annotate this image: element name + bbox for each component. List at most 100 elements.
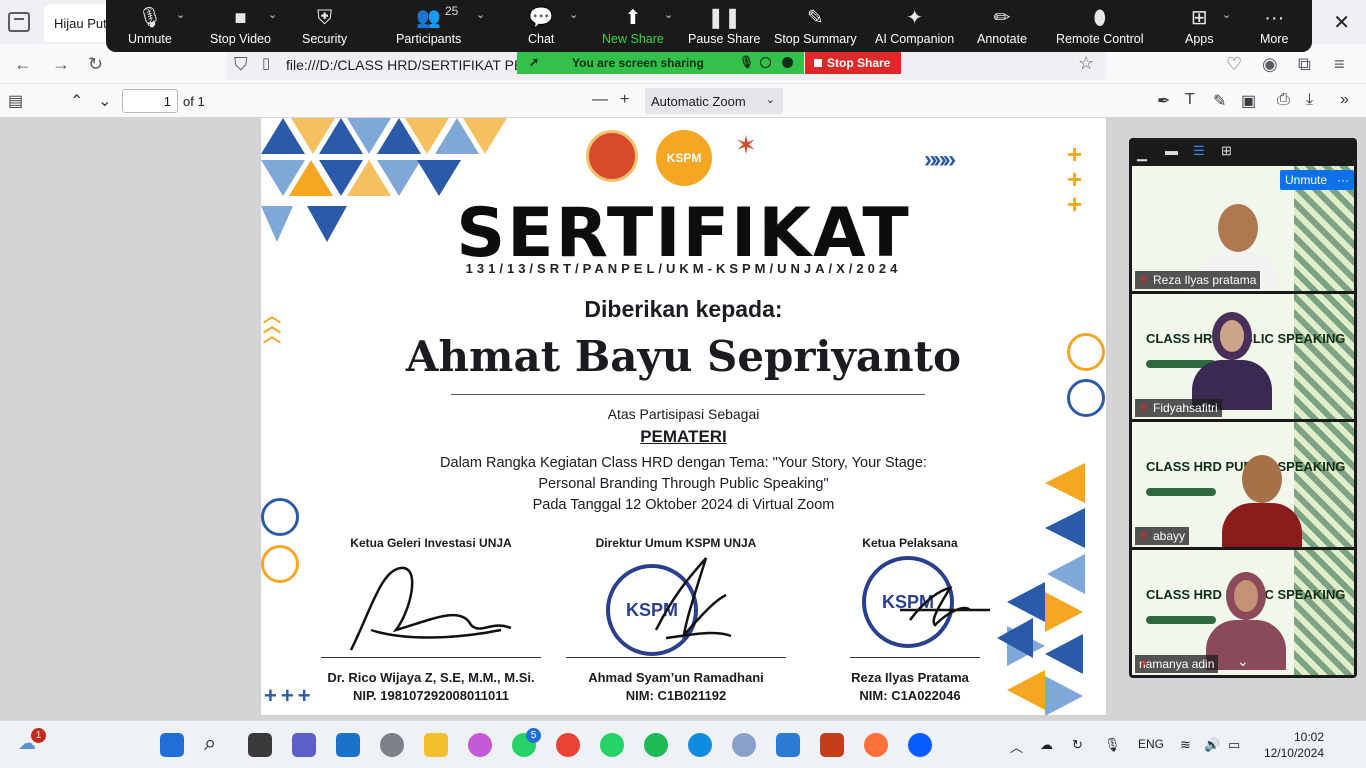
r-app-icon[interactable]	[732, 733, 756, 757]
reload-icon[interactable]: ↻	[88, 54, 103, 75]
search-icon[interactable]: ⌕	[204, 730, 216, 756]
chevron-down-icon[interactable]: ⌄	[1222, 8, 1231, 21]
apps-icon: ⊞	[1190, 7, 1208, 29]
chevron-down-icon[interactable]: ⌄	[569, 8, 578, 21]
image-icon[interactable]: ▣	[1241, 91, 1256, 111]
start-icon[interactable]	[160, 733, 184, 757]
chevron-down-icon[interactable]: ⌄	[268, 8, 277, 21]
video-tile[interactable]: CLASS HRD PUBLIC SPEAKING Fidyahsafitri	[1132, 294, 1354, 419]
new-share-button[interactable]: ⬆ New Share	[602, 4, 664, 46]
body	[1222, 503, 1302, 547]
copilot-icon[interactable]	[468, 733, 492, 757]
settings-gear-icon[interactable]	[380, 733, 404, 757]
mic-icon[interactable]: 🎙	[739, 55, 754, 69]
tile-banner-badge	[1146, 488, 1216, 496]
more-tools-icon[interactable]: »	[1340, 91, 1349, 109]
teams-icon[interactable]	[292, 733, 316, 757]
signature-area: KSPM	[556, 550, 796, 658]
clock[interactable]: 10:02 12/10/2024	[1262, 729, 1324, 761]
security-button[interactable]: ⛨ Security	[302, 4, 347, 46]
shield-icon[interactable]: ⛉	[234, 54, 248, 75]
back-icon[interactable]: ←	[14, 54, 32, 75]
zoom-app-icon[interactable]	[908, 733, 932, 757]
mic-icon[interactable]: 🎙	[1104, 737, 1121, 753]
remote-control-button[interactable]: ⬮ Remote Control	[1056, 4, 1144, 46]
participant-name: namanya adin	[1135, 655, 1219, 673]
video-panel-header: ▁ ▬ ☰ ⊞	[1129, 138, 1357, 164]
chrome-icon[interactable]	[556, 733, 580, 757]
task-view-icon[interactable]	[248, 733, 272, 757]
text-tool-icon[interactable]: T	[1185, 91, 1195, 109]
zoom-select[interactable]: Automatic Zoom ⌄	[645, 88, 783, 114]
forward-icon[interactable]: →	[52, 54, 70, 75]
speaker-view-icon[interactable]: ▬	[1165, 143, 1178, 158]
gallery-view-icon[interactable]: ⊞	[1221, 143, 1232, 159]
store-icon[interactable]	[336, 733, 360, 757]
minimize-icon[interactable]: ▁	[1137, 146, 1147, 162]
more-button[interactable]: ··· More	[1260, 4, 1288, 46]
decor-circle	[261, 498, 299, 536]
participants-count: 25	[445, 4, 459, 18]
menu-icon[interactable]: ≡	[1334, 54, 1345, 75]
screen-sharing-banner: ➚ You are screen sharing 🎙	[517, 52, 804, 74]
zoom-out-icon[interactable]: —	[592, 91, 608, 109]
refresh-icon[interactable]: ↻	[1072, 737, 1083, 753]
more-options-button[interactable]: ···	[1332, 170, 1354, 190]
decor-triangle	[417, 160, 461, 196]
firefox-icon[interactable]	[864, 733, 888, 757]
chat-button[interactable]: 💬 Chat	[528, 4, 554, 46]
zoom-in-icon[interactable]: +	[620, 91, 629, 109]
unmute-button[interactable]: 🎙 Unmute	[128, 4, 172, 46]
pin-icon[interactable]: ➚	[529, 55, 539, 69]
chevron-down-icon[interactable]: ⌄	[176, 8, 185, 21]
window-close-icon[interactable]: ✕	[1333, 10, 1350, 35]
save-icon[interactable]: ⤓	[1306, 91, 1313, 109]
battery-icon[interactable]: ▭	[1228, 737, 1240, 753]
file-explorer-icon[interactable]	[424, 733, 448, 757]
volume-icon[interactable]: 🔊	[1204, 737, 1220, 753]
chevron-up-icon[interactable]: ︿	[1010, 737, 1023, 756]
edge-icon[interactable]	[688, 733, 712, 757]
stop-share-button[interactable]: Stop Share	[805, 52, 901, 74]
account-icon[interactable]: ◉	[1262, 54, 1278, 75]
stop-summary-button[interactable]: ✎ Stop Summary	[774, 4, 857, 46]
pause-circle-icon[interactable]	[760, 57, 771, 68]
apps-button[interactable]: ⊞ Apps	[1185, 4, 1214, 46]
decor-triangle	[463, 118, 507, 154]
chevron-down-icon[interactable]: ⌄	[476, 8, 485, 21]
draw-icon[interactable]: ✎	[1213, 91, 1226, 111]
photos-icon[interactable]	[776, 733, 800, 757]
ai-companion-button[interactable]: ✦ AI Companion	[875, 4, 954, 46]
stop-video-button[interactable]: ■ Stop Video	[210, 4, 271, 46]
pdf-toolbar: ▤ ⌃ ⌄ 1 of 1 — + Automatic Zoom ⌄ ✒ T ✎ ▣…	[0, 84, 1366, 118]
decor-triangle	[1045, 634, 1083, 674]
video-tile[interactable]: CLASS HRD PUBLIC SPEAKING abayy	[1132, 422, 1354, 547]
unmute-button[interactable]: Unmute	[1280, 170, 1333, 190]
bookmark-star-icon[interactable]: ☆	[1078, 53, 1094, 74]
wifi-icon[interactable]: ≋	[1180, 737, 1191, 753]
video-tile[interactable]: Unmute ··· Reza Ilyas pratama	[1132, 166, 1354, 291]
page-number-input[interactable]: 1	[122, 89, 178, 113]
shield-icon[interactable]	[782, 57, 793, 68]
print-icon[interactable]: ⎙	[1277, 91, 1290, 109]
tab-title: Hijau Puti	[54, 16, 110, 31]
chevron-down-icon[interactable]: ⌄	[1237, 653, 1249, 670]
pocket-icon[interactable]: ♡	[1226, 54, 1242, 75]
chevron-down-icon[interactable]: ⌄	[664, 8, 673, 21]
sidebar-toggle-icon[interactable]: ▤	[8, 91, 23, 111]
next-page-icon[interactable]: ⌄	[98, 91, 111, 111]
spotify-icon[interactable]	[644, 733, 668, 757]
whatsapp-web-icon[interactable]	[600, 733, 624, 757]
extensions-icon[interactable]: ⧉	[1298, 54, 1311, 75]
pause-share-button[interactable]: ❚❚ Pause Share	[688, 4, 760, 46]
highlight-icon[interactable]: ✒	[1157, 91, 1170, 111]
previous-page-icon[interactable]: ⌃	[70, 91, 83, 111]
language-indicator[interactable]: ENG	[1138, 737, 1164, 751]
decor-triangle	[1045, 676, 1083, 715]
tab-list-icon[interactable]	[8, 12, 30, 32]
background-pattern	[1294, 550, 1354, 675]
thumbnail-view-icon[interactable]: ☰	[1193, 143, 1205, 159]
annotate-button[interactable]: ✏ Annotate	[977, 4, 1027, 46]
cloud-sync-icon[interactable]: ☁	[1040, 737, 1053, 753]
powerpoint-icon[interactable]	[820, 733, 844, 757]
